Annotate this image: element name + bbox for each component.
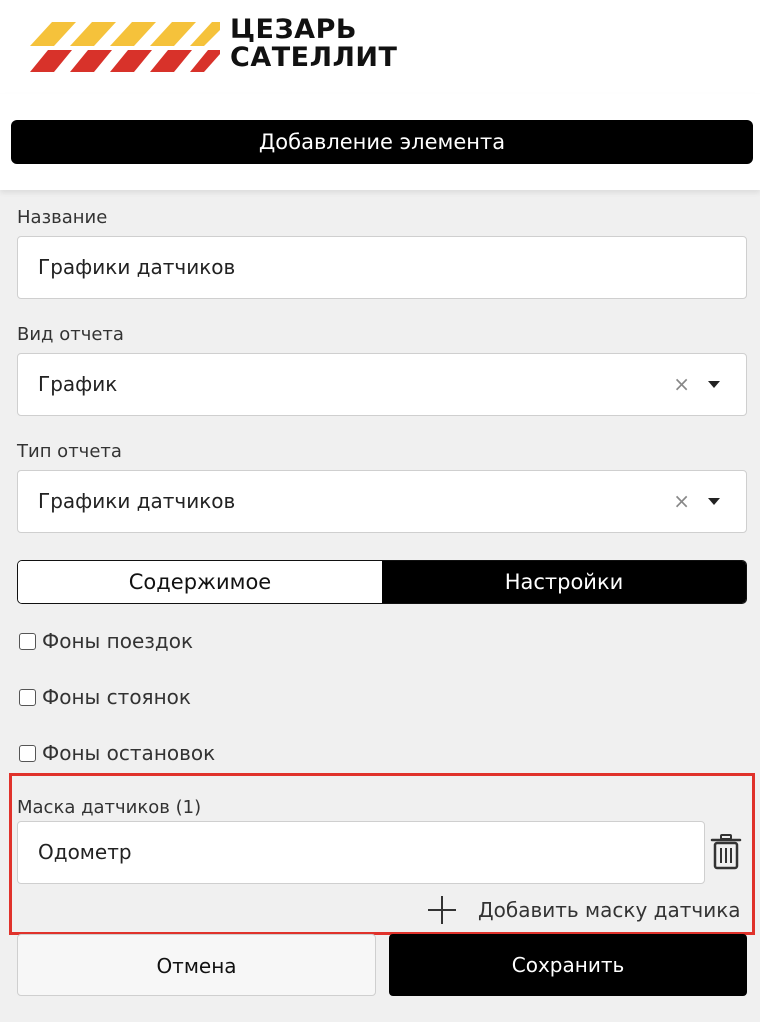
sensor-mask-label: Маска датчиков (1) [17,797,202,818]
tab-settings[interactable]: Настройки [382,561,746,603]
checkbox[interactable] [19,632,36,650]
checkbox[interactable] [19,744,36,762]
page-title: Добавление элемента [11,120,753,164]
add-sensor-mask-button[interactable]: Добавить маску датчика [426,894,741,926]
brand-logo-icon [30,22,220,72]
add-sensor-mask-label: Добавить маску датчика [478,898,741,922]
checkbox-row-trips[interactable]: Фоны поездок [19,629,193,653]
tab-content[interactable]: Содержимое [18,561,382,603]
plus-icon [426,894,458,926]
sensor-mask-input[interactable]: Одометр [17,821,705,884]
report-view-value: График [38,372,118,396]
save-button[interactable]: Сохранить [389,934,747,996]
logo-line-2: САТЕЛЛИТ [230,42,398,73]
tab-bar: Содержимое Настройки [17,560,747,604]
clear-icon[interactable]: × [673,354,690,415]
name-label: Название [17,207,108,228]
report-type-value: Графики датчиков [38,489,236,513]
logo-line-1: ЦЕЗАРЬ [230,14,357,45]
checkbox-label: Фоны остановок [42,741,216,765]
report-type-select[interactable]: Графики датчиков × [17,470,747,533]
clear-icon[interactable]: × [673,471,690,532]
app-header: ЦЕЗАРЬ САТЕЛЛИТ [0,0,760,94]
checkbox-row-stops[interactable]: Фоны остановок [19,741,215,765]
checkbox-label: Фоны поездок [42,629,194,653]
report-type-label: Тип отчета [17,441,122,462]
report-view-select[interactable]: График × [17,353,747,416]
checkbox[interactable] [19,688,36,706]
cancel-button[interactable]: Отмена [17,934,376,996]
title-section: Добавление элемента [0,94,760,190]
chevron-down-icon[interactable] [708,498,720,505]
checkbox-label: Фоны стоянок [42,685,191,709]
checkbox-row-parkings[interactable]: Фоны стоянок [19,685,191,709]
brand-logo-text: ЦЕЗАРЬ САТЕЛЛИТ [230,16,397,72]
report-view-label: Вид отчета [17,324,124,345]
trash-icon[interactable] [710,834,742,870]
chevron-down-icon[interactable] [708,381,720,388]
name-input[interactable]: Графики датчиков [17,236,747,299]
